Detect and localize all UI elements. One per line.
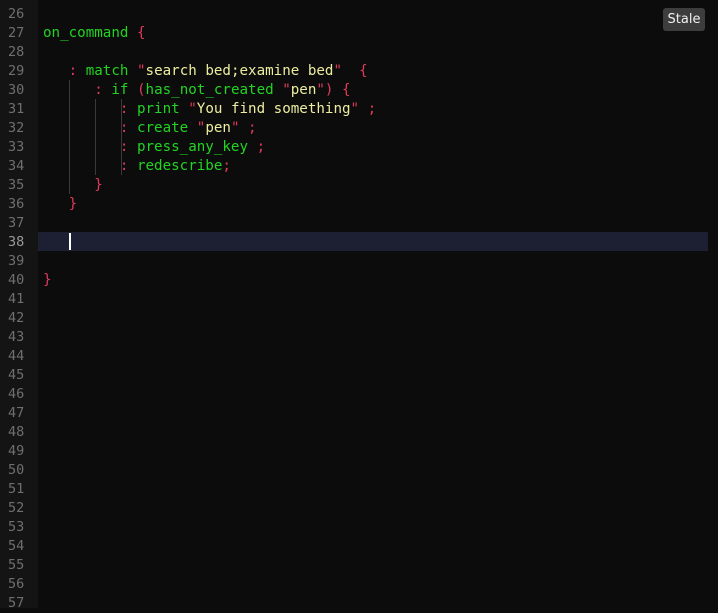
line-number: 36 [8,195,25,212]
colon: : [119,119,129,136]
keyword: press_any_key [136,138,249,155]
code-line-32[interactable]: : create "pen" ; [43,119,708,138]
code-line-27[interactable]: on_command { [43,24,708,43]
line-number: 47 [8,404,25,421]
keyword: print [136,100,180,117]
keyword: create [136,119,189,136]
line-number: 49 [8,442,25,459]
line-number: 45 [8,366,25,383]
line-number: 37 [8,214,25,231]
line-number: 46 [8,385,25,402]
line-number: 42 [8,309,25,326]
quote: " [316,81,325,98]
code-line-33[interactable]: : press_any_key ; [43,138,708,157]
text-cursor [69,232,71,250]
identifier: on_command [43,24,129,41]
line-number: 54 [8,537,25,554]
line-number: 30 [8,81,25,98]
line-number: 34 [8,157,25,174]
brace: } [68,195,78,212]
quote: " [230,119,240,136]
code-editor[interactable]: 26 27 28 29 30 31 32 33 34 35 36 37 38 39 40 41 42 43 44 45… [0,0,718,611]
line-number: 33 [8,138,25,155]
colon: : [68,62,78,79]
line-number: 40 [8,271,25,288]
semicolon: ; [256,138,266,155]
brace: } [43,271,52,288]
line-number: 35 [8,176,25,193]
line-number: 53 [8,518,25,535]
brace: { [342,81,351,98]
line-number: 44 [8,347,25,364]
colon: : [119,157,129,174]
paren: ) [324,81,334,98]
keyword: redescribe [136,157,223,174]
brace: } [94,176,103,193]
line-number: 31 [8,100,25,117]
code-line-29[interactable]: : match "search bed;examine bed" { [43,62,708,81]
line-number: 43 [8,328,25,345]
code-line-34[interactable]: : redescribe; [43,157,708,176]
function-name: has_not_created [145,81,274,98]
stale-status-badge[interactable]: Stale [663,8,705,31]
code-line-35[interactable]: } [43,176,708,195]
quote: " [136,62,146,79]
string-literal: You find something [196,100,351,117]
code-line-40[interactable]: } [43,271,708,290]
string-literal: pen [205,119,231,136]
line-number: 27 [8,24,25,41]
line-number: 56 [8,575,25,592]
line-number: 41 [8,290,25,307]
colon: : [119,100,129,117]
line-number: 51 [8,480,25,497]
line-number: 32 [8,119,25,136]
brace: { [359,62,368,79]
colon: : [119,138,129,155]
line-number: 50 [8,461,25,478]
quote: " [282,81,291,98]
line-number: 38 [8,233,25,250]
quote: " [188,100,197,117]
line-number: 55 [8,556,25,573]
semicolon: ; [248,119,257,136]
code-line-36[interactable]: } [43,195,708,214]
brace: { [136,24,146,41]
line-number: 52 [8,499,25,516]
line-number: 26 [8,5,25,22]
string-literal: search bed;examine bed [145,62,334,79]
line-number: 48 [8,423,25,440]
quote: " [350,100,360,117]
semicolon: ; [367,100,377,117]
keyword: if [111,81,129,98]
line-number: 57 [8,594,25,611]
keyword: match [85,62,129,79]
string-literal: pen [290,81,317,98]
code-line-30[interactable]: : if (has_not_created "pen") { [43,81,708,100]
semicolon: ; [222,157,231,174]
quote: " [333,62,342,79]
line-number: 28 [8,43,25,60]
colon: : [94,81,103,98]
line-number: 39 [8,252,25,269]
line-number: 29 [8,62,25,79]
paren: ( [136,81,146,98]
code-line-31[interactable]: : print "You find something" ; [43,100,708,119]
active-line-highlight [38,231,708,251]
